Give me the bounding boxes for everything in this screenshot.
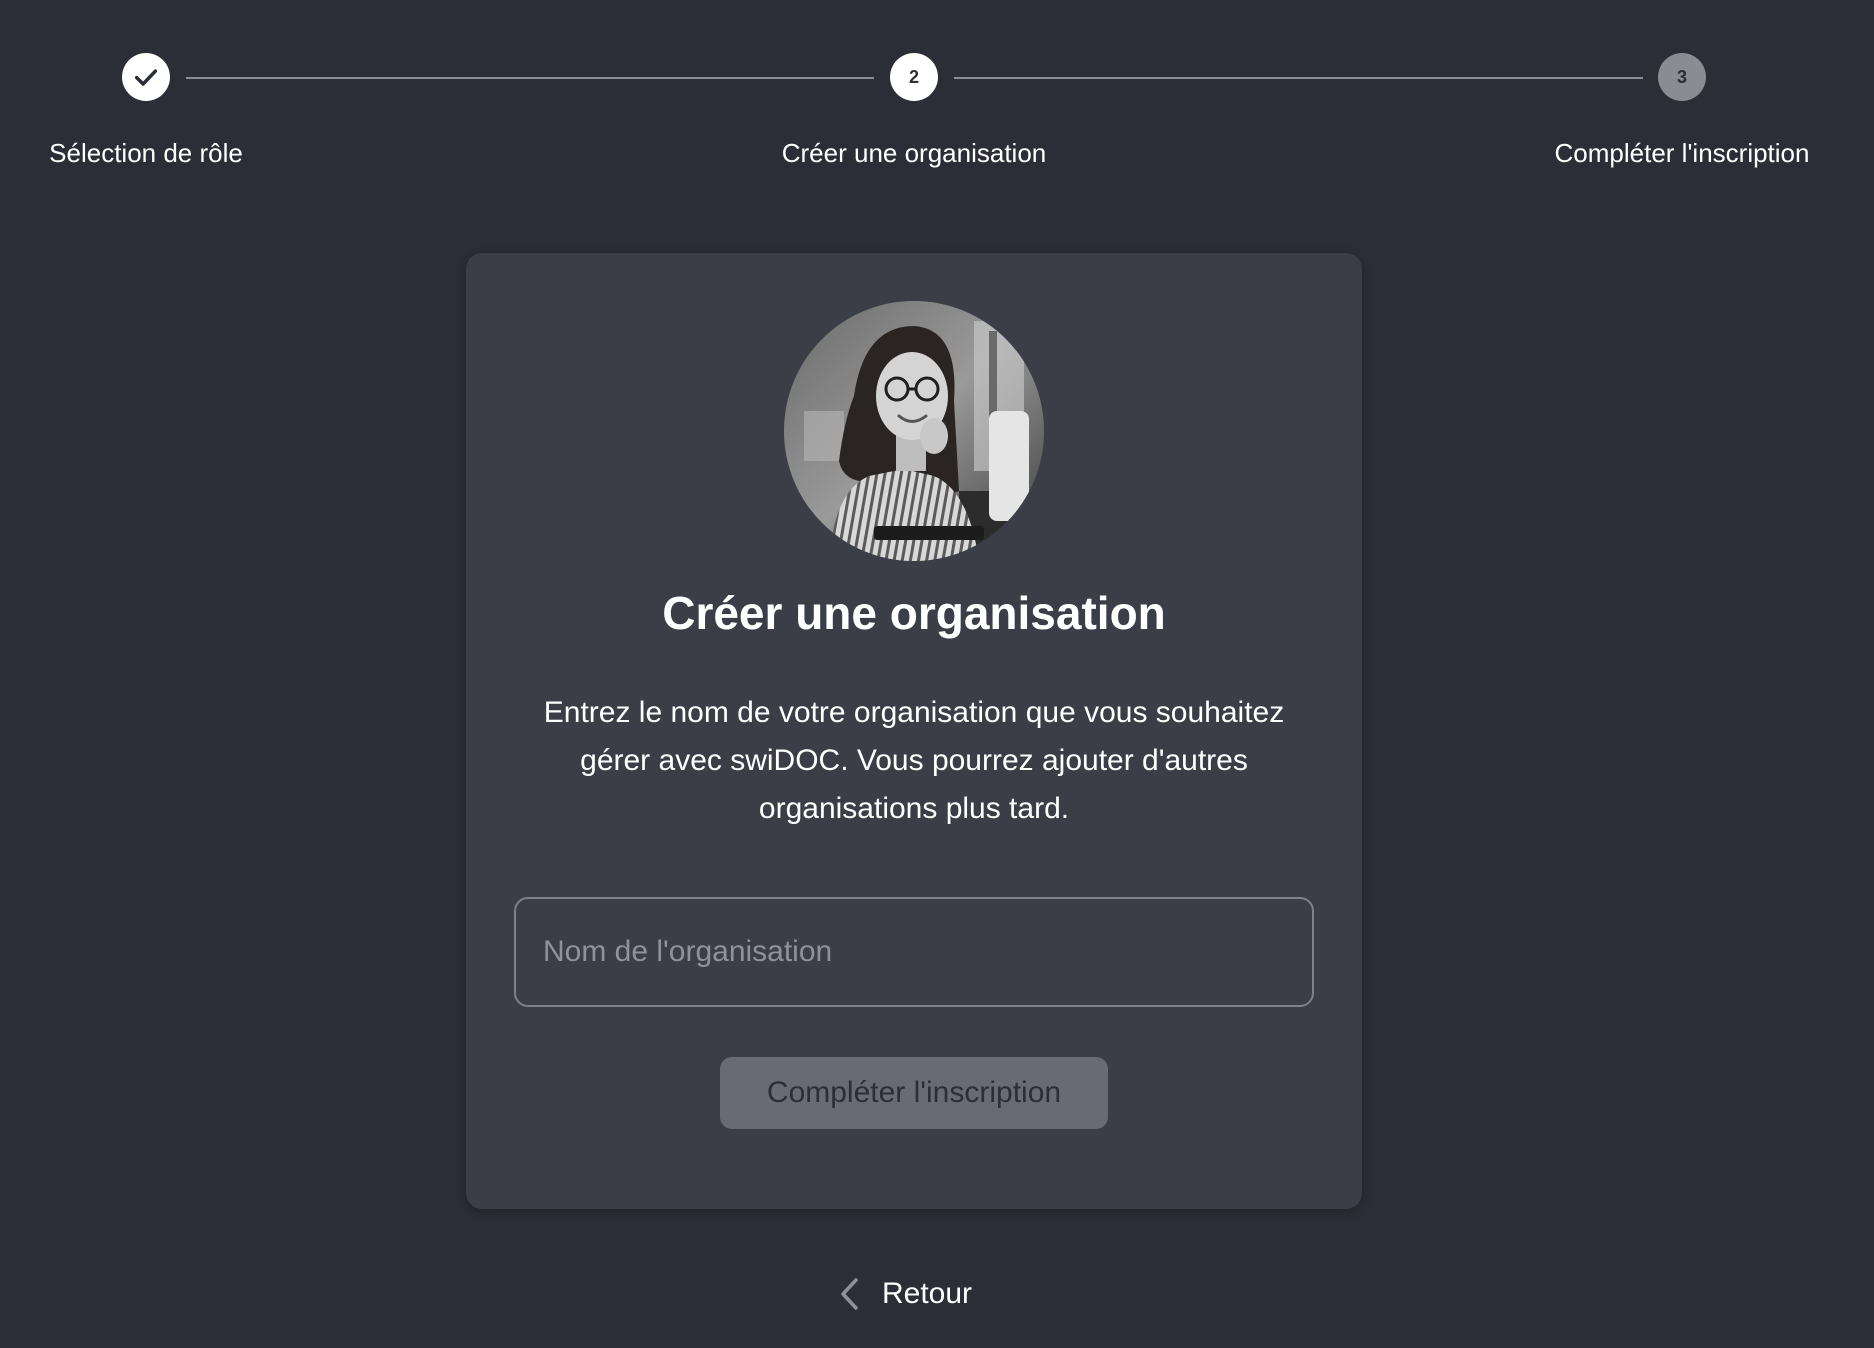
card-description: Entrez le nom de votre organisation que … [543, 696, 1285, 825]
complete-registration-button[interactable]: Compléter l'inscription [720, 1057, 1108, 1129]
step-2-number: 2 [908, 66, 919, 87]
step-connector-1 [186, 77, 874, 79]
step-1-label[interactable]: Sélection de rôle [49, 136, 243, 170]
step-connector-2 [954, 77, 1643, 79]
page-title: Créer une organisation [662, 587, 1166, 639]
step-3-label: Compléter l'inscription [1554, 138, 1810, 168]
step-3-indicator: 3 [1658, 53, 1706, 101]
organization-name-input[interactable] [514, 897, 1314, 1007]
step-2-indicator[interactable]: 2 [890, 53, 938, 101]
step-3-number: 3 [1676, 66, 1687, 87]
check-icon [134, 69, 158, 86]
back-link[interactable]: Retour [838, 1268, 972, 1320]
avatar-illustration [784, 301, 1044, 561]
registration-stepper: 2 3 Sélection de rôle Créer une organisa… [0, 0, 1874, 190]
back-link-label: Retour [882, 1277, 973, 1310]
create-organization-card: Créer une organisation Entrez le nom de … [466, 253, 1362, 1209]
step-1-indicator[interactable] [122, 53, 170, 101]
chevron-left-icon [838, 1276, 862, 1312]
avatar [784, 301, 1044, 561]
step-2-label: Créer une organisation [781, 138, 1047, 168]
